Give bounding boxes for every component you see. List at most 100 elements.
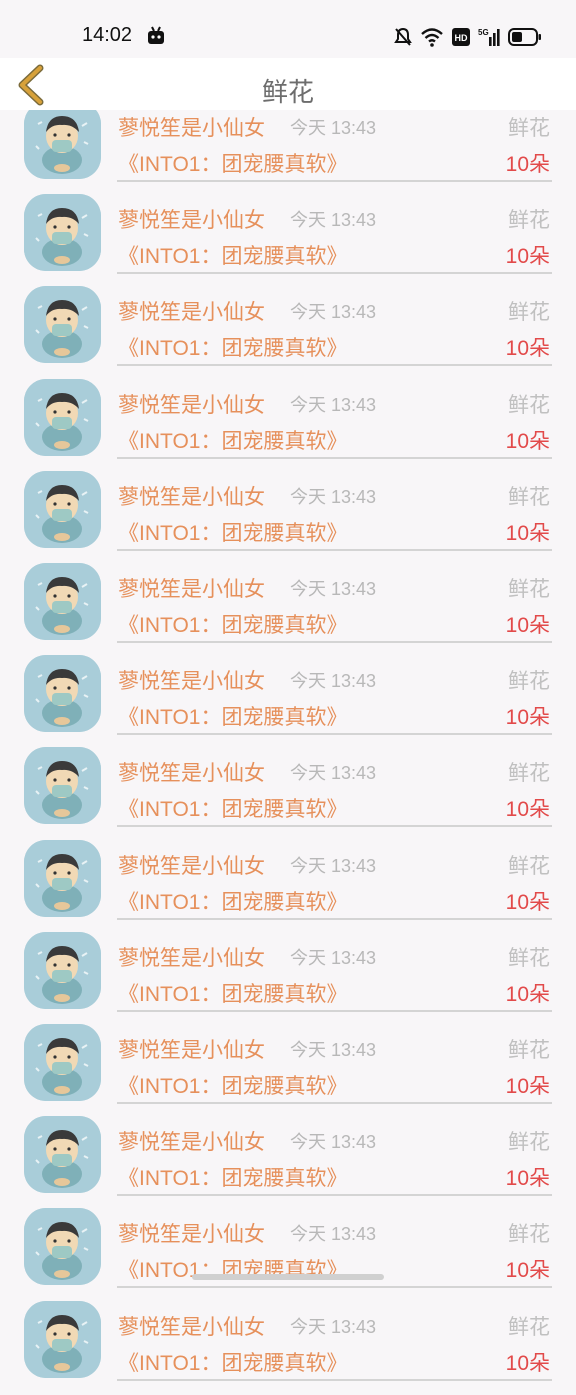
mute-bell-icon <box>394 27 412 46</box>
list-item[interactable]: 蓼悦笙是小仙女 今天 13:43 鲜花 《INTO1：团宠腰真软》 10朵 <box>0 839 576 934</box>
avatar[interactable] <box>24 839 101 917</box>
avatar[interactable] <box>24 470 101 548</box>
divider <box>117 917 552 920</box>
list-item[interactable]: 蓼悦笙是小仙女 今天 13:43 鲜花 《INTO1：团宠腰真软》 10朵 <box>0 102 576 196</box>
sender-name[interactable]: 蓼悦笙是小仙女 <box>118 481 265 511</box>
gift-amount: 10朵 <box>505 1075 550 1098</box>
avatar-illustration <box>24 931 101 1009</box>
list-item[interactable]: 蓼悦笙是小仙女 今天 13:43 鲜花 《INTO1：团宠腰真软》 10朵 <box>0 1116 576 1210</box>
divider <box>117 1194 552 1197</box>
divider <box>117 1378 552 1381</box>
program-title[interactable]: 《INTO1：团宠腰真软》 <box>118 240 347 270</box>
gift-type: 鲜花 <box>508 393 550 417</box>
divider <box>117 1102 552 1104</box>
gift-amount: 10朵 <box>505 1351 550 1375</box>
program-title[interactable]: 《INTO1：团宠腰真软》 <box>118 793 347 823</box>
list-item[interactable]: 蓼悦笙是小仙女 今天 13:43 鲜花 《INTO1：团宠腰真软》 10朵 <box>0 563 576 657</box>
avatar[interactable] <box>24 1300 101 1378</box>
avatar-illustration <box>24 378 101 456</box>
list-item[interactable]: 蓼悦笙是小仙女 今天 13:43 鲜花 《INTO1：团宠腰真软》 10朵 <box>0 931 576 1026</box>
list-item[interactable]: 蓼悦笙是小仙女 今天 13:43 鲜花 《INTO1：团宠腰真软》 10朵 <box>0 194 576 288</box>
sender-name[interactable]: 蓼悦笙是小仙女 <box>118 573 265 603</box>
program-title[interactable]: 《INTO1：团宠腰真软》 <box>118 886 347 916</box>
list-item[interactable]: 蓼悦笙是小仙女 今天 13:43 鲜花 《INTO1：团宠腰真软》 10朵 <box>0 470 576 565</box>
sender-name[interactable]: 蓼悦笙是小仙女 <box>118 1126 265 1156</box>
program-title[interactable]: 《INTO1：团宠腰真软》 <box>118 701 347 731</box>
program-title[interactable]: 《INTO1：团宠腰真软》 <box>118 1162 347 1192</box>
hd-label: HD <box>455 33 468 43</box>
list-item[interactable]: 蓼悦笙是小仙女 今天 13:43 鲜花 《INTO1：团宠腰真软》 10朵 <box>0 1300 576 1395</box>
gift-amount: 10朵 <box>505 614 550 637</box>
avatar[interactable] <box>24 747 101 825</box>
program-title[interactable]: 《INTO1：团宠腰真软》 <box>118 332 347 362</box>
avatar-illustration <box>24 286 101 364</box>
gift-amount: 10朵 <box>505 245 550 269</box>
avatar-illustration <box>24 1116 101 1194</box>
sender-name[interactable]: 蓼悦笙是小仙女 <box>118 1218 265 1248</box>
list-item[interactable]: 蓼悦笙是小仙女 今天 13:43 鲜花 《INTO1：团宠腰真软》 10朵 <box>0 378 576 473</box>
gift-type: 鲜花 <box>508 946 550 970</box>
avatar[interactable] <box>24 1116 101 1194</box>
avatar[interactable] <box>24 1024 101 1101</box>
sender-name[interactable]: 蓼悦笙是小仙女 <box>118 296 265 326</box>
signal-5g-icon: 5G <box>478 28 500 46</box>
avatar[interactable] <box>24 378 101 456</box>
timestamp: 今天 13:43 <box>290 1316 377 1337</box>
divider <box>117 825 552 828</box>
timestamp: 今天 13:43 <box>290 671 377 692</box>
gift-type: 鲜花 <box>508 854 550 878</box>
timestamp: 今天 13:43 <box>290 302 377 323</box>
timestamp: 今天 13:43 <box>290 763 377 784</box>
avatar[interactable] <box>24 563 101 640</box>
divider <box>117 364 552 367</box>
sender-name[interactable]: 蓼悦笙是小仙女 <box>118 665 265 695</box>
avatar-illustration <box>24 1208 101 1286</box>
sender-name[interactable]: 蓼悦笙是小仙女 <box>118 1311 265 1341</box>
sender-name[interactable]: 蓼悦笙是小仙女 <box>118 112 265 142</box>
gift-type: 鲜花 <box>508 1315 550 1339</box>
avatar-illustration <box>24 1024 101 1101</box>
program-title[interactable]: 《INTO1：团宠腰真软》 <box>118 1070 347 1100</box>
program-title[interactable]: 《INTO1：团宠腰真软》 <box>118 609 347 639</box>
program-title[interactable]: 《INTO1：团宠腰真软》 <box>118 148 347 178</box>
list-item[interactable]: 蓼悦笙是小仙女 今天 13:43 鲜花 《INTO1：团宠腰真软》 10朵 <box>0 1024 576 1118</box>
avatar[interactable] <box>24 286 101 364</box>
timestamp: 今天 13:43 <box>290 1132 377 1153</box>
list-item[interactable]: 蓼悦笙是小仙女 今天 13:43 鲜花 《INTO1：团宠腰真软》 10朵 <box>0 747 576 841</box>
avatar-illustration <box>24 102 101 179</box>
avatar[interactable] <box>24 102 101 179</box>
sender-name[interactable]: 蓼悦笙是小仙女 <box>118 1034 265 1064</box>
program-title[interactable]: 《INTO1：团宠腰真软》 <box>118 978 347 1008</box>
program-title[interactable]: 《INTO1：团宠腰真软》 <box>118 517 347 547</box>
gift-type: 鲜花 <box>508 1223 550 1247</box>
gift-type: 鲜花 <box>508 670 550 694</box>
list-item[interactable]: 蓼悦笙是小仙女 今天 13:43 鲜花 《INTO1：团宠腰真软》 10朵 <box>0 286 576 380</box>
wifi-icon <box>421 28 443 47</box>
gift-amount: 10朵 <box>505 982 550 1006</box>
home-indicator[interactable] <box>192 1274 384 1280</box>
sender-name[interactable]: 蓼悦笙是小仙女 <box>118 757 265 787</box>
gift-amount: 10朵 <box>505 1167 550 1191</box>
avatar[interactable] <box>24 655 101 733</box>
divider <box>117 641 552 643</box>
sender-name[interactable]: 蓼悦笙是小仙女 <box>118 204 265 234</box>
list-item[interactable]: 蓼悦笙是小仙女 今天 13:43 鲜花 《INTO1：团宠腰真软》 10朵 <box>0 655 576 749</box>
gift-amount: 10朵 <box>505 890 550 914</box>
header-bar: 鲜花 <box>0 58 576 110</box>
gift-type: 鲜花 <box>508 762 550 786</box>
gift-type: 鲜花 <box>508 1039 550 1062</box>
sender-name[interactable]: 蓼悦笙是小仙女 <box>118 942 265 972</box>
avatar[interactable] <box>24 194 101 272</box>
gift-record-list[interactable]: 蓼悦笙是小仙女 今天 13:43 鲜花 《INTO1：团宠腰真软》 10朵 蓼悦… <box>0 0 576 1381</box>
sender-name[interactable]: 蓼悦笙是小仙女 <box>118 850 265 880</box>
battery-icon <box>508 28 541 46</box>
app-notification-icon <box>148 26 164 44</box>
program-title[interactable]: 《INTO1：团宠腰真软》 <box>118 425 347 455</box>
divider <box>117 456 552 459</box>
avatar[interactable] <box>24 931 101 1009</box>
list-item[interactable]: 蓼悦笙是小仙女 今天 13:43 鲜花 《INTO1：团宠腰真软》 10朵 <box>0 1208 576 1302</box>
gift-amount: 10朵 <box>505 337 550 361</box>
sender-name[interactable]: 蓼悦笙是小仙女 <box>118 389 265 419</box>
program-title[interactable]: 《INTO1：团宠腰真软》 <box>118 1347 347 1377</box>
avatar[interactable] <box>24 1208 101 1286</box>
